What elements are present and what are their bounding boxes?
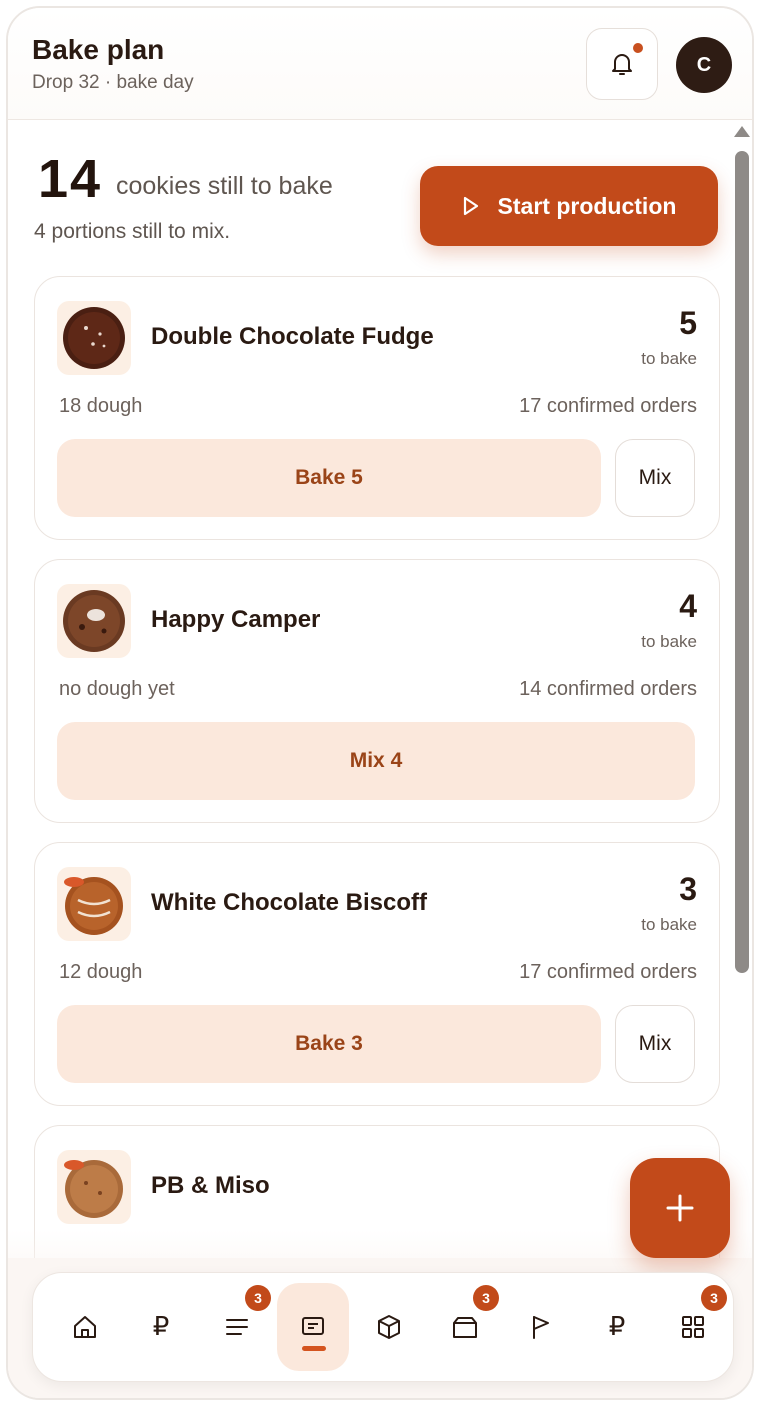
app-frame: Bake plan Drop 32 · bake day C 14 cookie…	[6, 6, 754, 1400]
add-button[interactable]	[630, 1158, 730, 1258]
notifications-button[interactable]	[586, 28, 658, 100]
notification-dot	[633, 43, 643, 53]
orders-badge: 3	[245, 1285, 271, 1311]
nav-drops[interactable]	[505, 1283, 577, 1371]
nav-inventory[interactable]	[353, 1283, 425, 1371]
cookie-name: White Chocolate Biscoff	[151, 889, 428, 916]
top-bar: Bake plan Drop 32 · bake day C	[8, 8, 752, 120]
scroll-up-arrow[interactable]	[734, 126, 750, 137]
cookie-image	[57, 301, 131, 375]
confirmed-orders: 14 confirmed orders	[519, 678, 697, 700]
dough-status: 18 dough	[59, 395, 143, 417]
flag-icon	[533, 1316, 549, 1339]
confirmed-orders: 17 confirmed orders	[519, 961, 697, 983]
nav-bake-plan[interactable]	[277, 1283, 349, 1371]
active-indicator	[302, 1346, 326, 1351]
mix-button[interactable]: Mix	[615, 439, 695, 517]
scrollbar-thumb[interactable]	[735, 151, 749, 973]
to-bake-label: to bake	[641, 915, 697, 934]
box-icon	[378, 1315, 400, 1339]
notes-icon	[302, 1317, 324, 1335]
cookie-name: Happy Camper	[151, 606, 321, 633]
dough-status: no dough yet	[59, 678, 175, 700]
plus-icon	[666, 1194, 694, 1222]
to-bake-label: to bake	[641, 349, 697, 368]
mix-button[interactable]: Mix	[615, 1005, 695, 1083]
cookie-image	[57, 1150, 131, 1224]
nav-orders[interactable]: 3	[201, 1283, 273, 1371]
confirmed-orders: 17 confirmed orders	[519, 395, 697, 417]
start-production-label: Start production	[497, 192, 677, 219]
to-bake-count: 4	[679, 588, 697, 624]
play-icon	[463, 196, 478, 216]
ruble-icon: ₽	[608, 1312, 626, 1342]
bake-button[interactable]: Bake 5	[57, 439, 601, 517]
to-bake-count: 3	[679, 871, 697, 907]
bell-icon	[612, 54, 632, 75]
deliveries-badge: 3	[473, 1285, 499, 1311]
home-icon	[74, 1316, 96, 1338]
cookie-name: PB & Miso	[151, 1172, 270, 1199]
cookies-count: 14	[38, 149, 103, 209]
dough-status: 12 dough	[59, 961, 143, 983]
cookie-image	[57, 584, 131, 658]
to-bake-count: 5	[679, 305, 697, 341]
nav-payments[interactable]: ₽	[125, 1283, 197, 1371]
ruble-icon: ₽	[152, 1312, 170, 1342]
cookies-count-label: cookies still to bake	[116, 172, 333, 200]
list-icon	[226, 1319, 248, 1335]
start-production-button[interactable]: Start production	[420, 166, 718, 246]
cookie-card: White Chocolate Biscoff 3 to bake 12 dou…	[34, 842, 720, 1106]
avatar[interactable]: C	[676, 37, 732, 93]
portions-to-mix: 4 portions still to mix.	[34, 220, 231, 243]
cookie-name: Double Chocolate Fudge	[151, 323, 434, 350]
cookie-image	[57, 867, 131, 941]
cookie-card: Happy Camper 4 to bake no dough yet 14 c…	[34, 559, 720, 823]
nav-deliveries[interactable]: 3	[429, 1283, 501, 1371]
to-bake-label: to bake	[641, 632, 697, 651]
page-title: Bake plan	[32, 34, 165, 65]
nav-home[interactable]	[49, 1283, 121, 1371]
bottom-nav: ₽ 3 3 ₽ 3	[32, 1272, 734, 1382]
cookie-card: Double Chocolate Fudge 5 to bake 18 doug…	[34, 276, 720, 540]
nav-more[interactable]: 3	[657, 1283, 729, 1371]
grid-icon	[682, 1316, 704, 1338]
more-badge: 3	[701, 1285, 727, 1311]
page-subtitle: Drop 32 · bake day	[32, 72, 194, 93]
bake-button[interactable]: Bake 3	[57, 1005, 601, 1083]
nav-finance[interactable]: ₽	[581, 1283, 653, 1371]
mix-button[interactable]: Mix 4	[57, 722, 695, 800]
package-icon	[453, 1317, 477, 1338]
